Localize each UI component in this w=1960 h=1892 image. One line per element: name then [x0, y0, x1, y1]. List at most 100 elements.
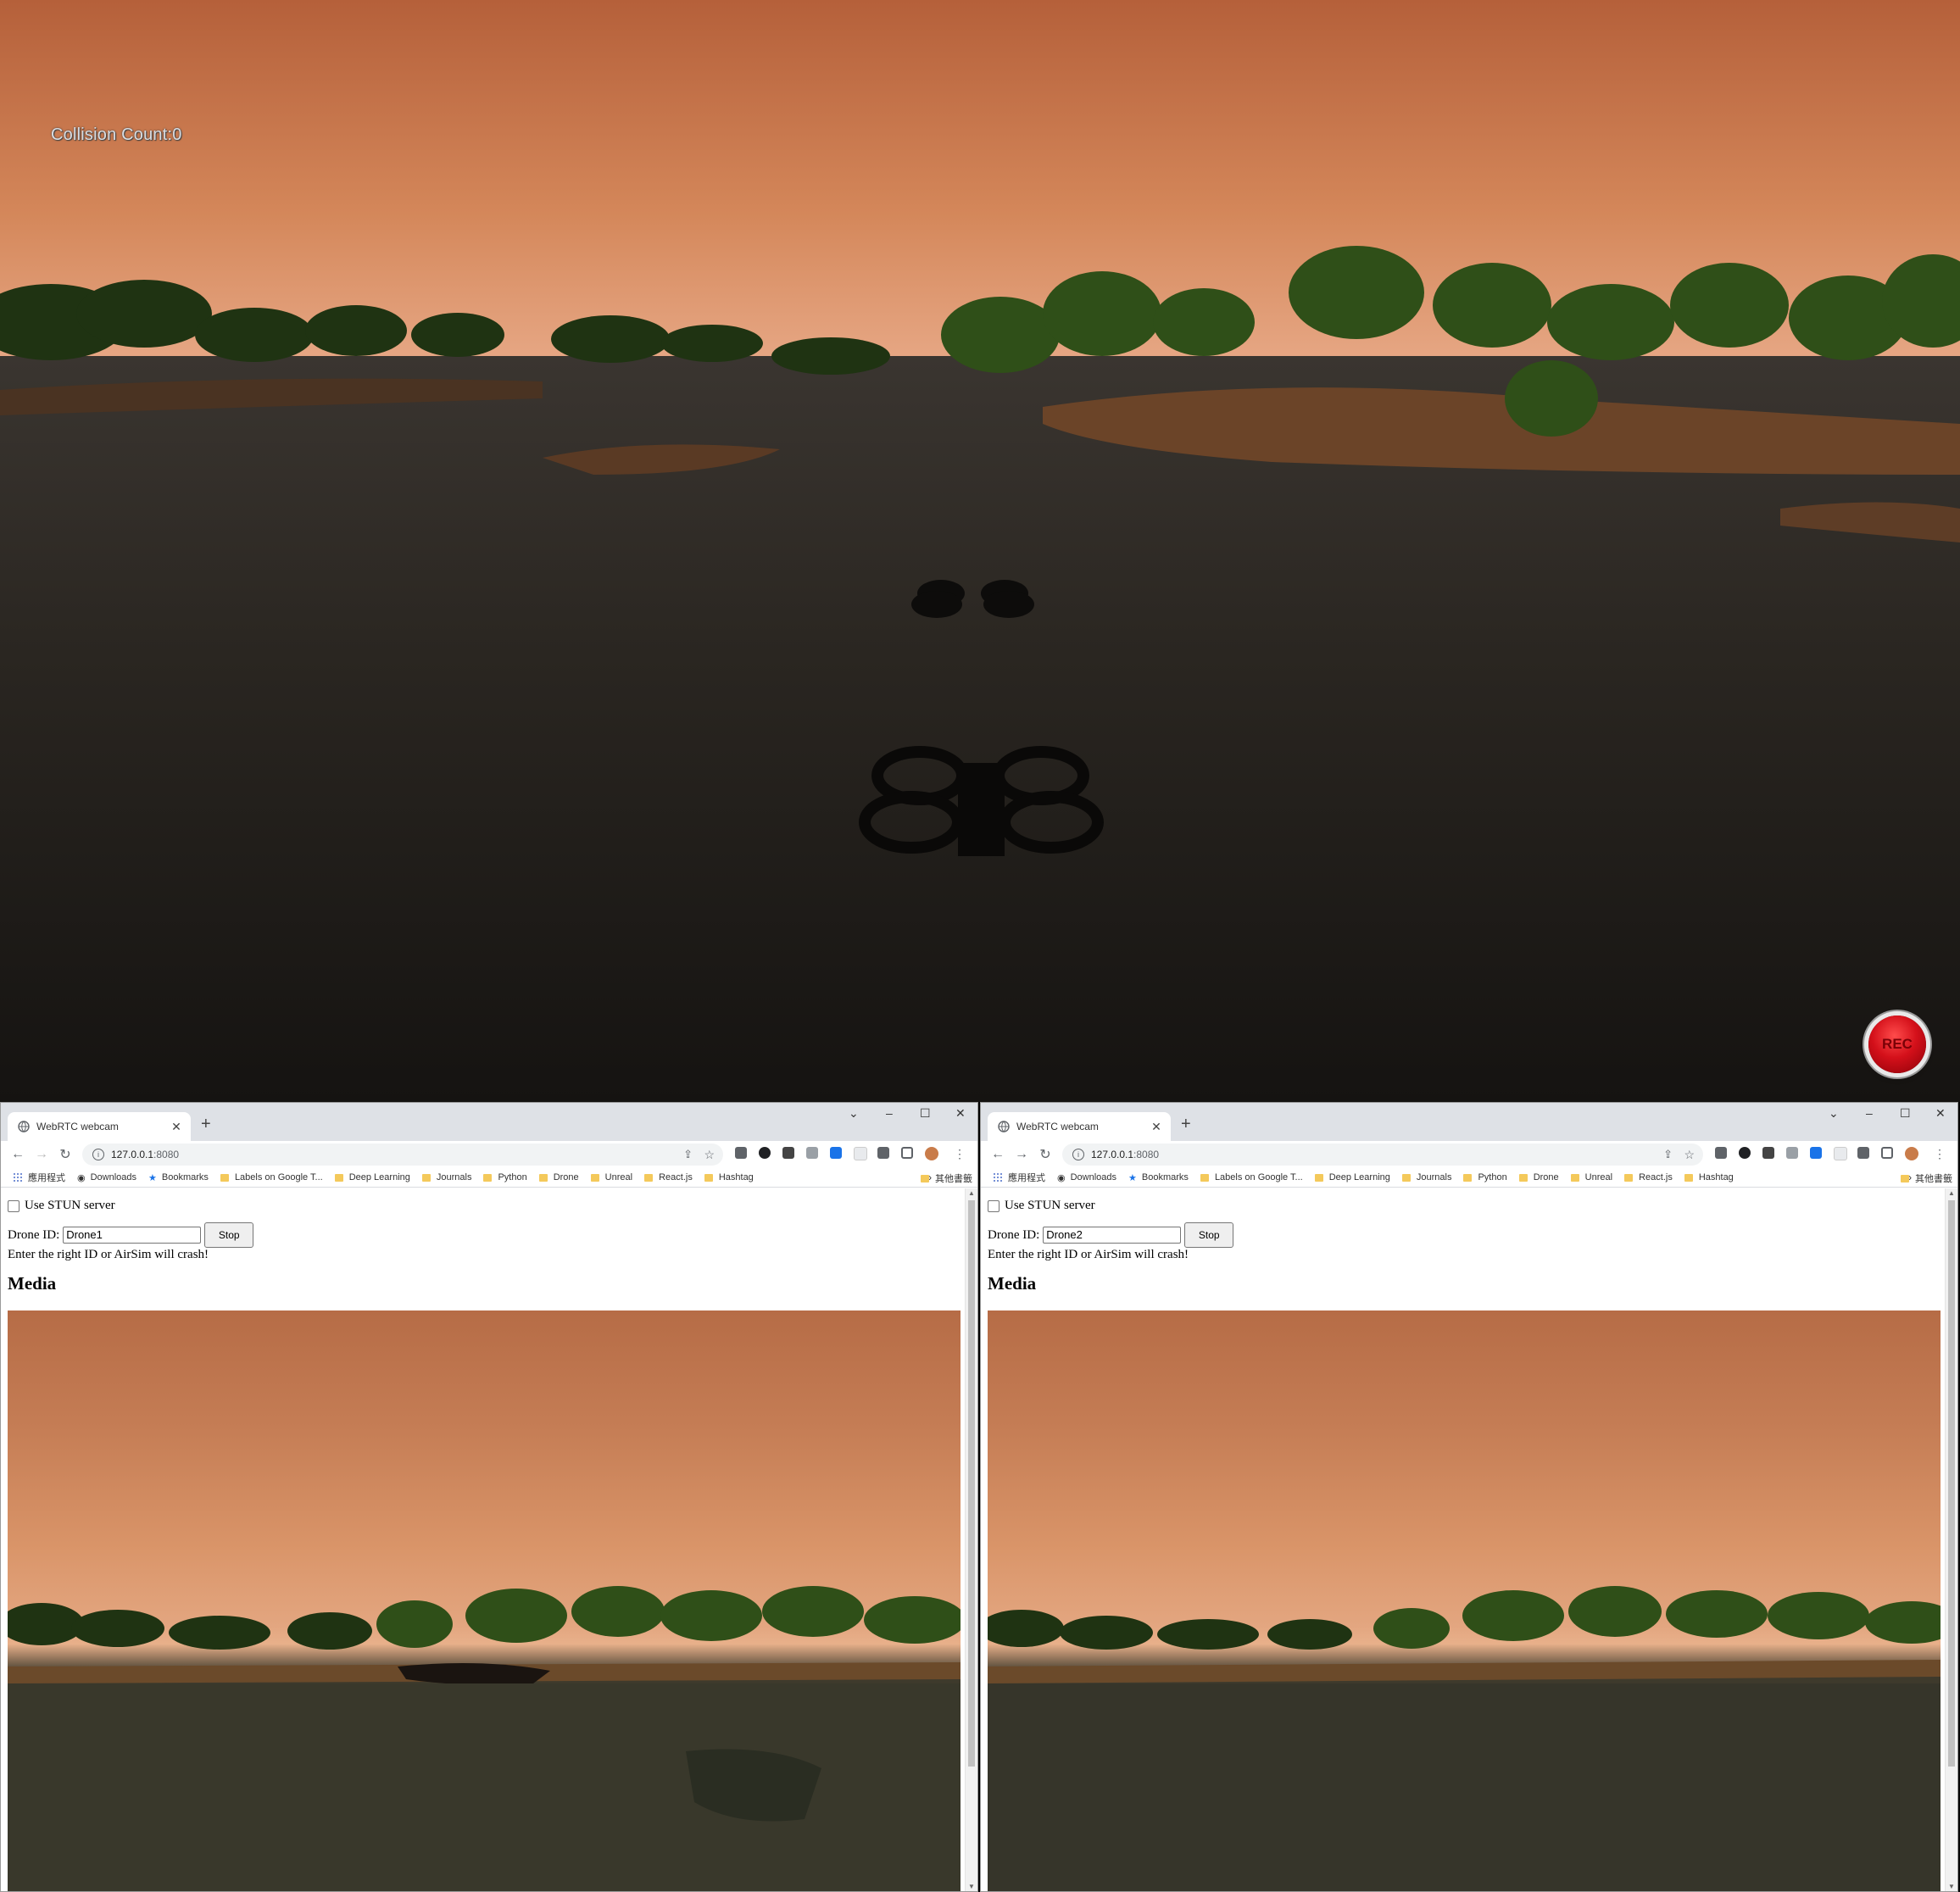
bookmark-apps[interactable]: 應用程式 — [1008, 1171, 1045, 1184]
bookmark-bookmarks[interactable]: ★ Bookmarks — [1128, 1172, 1189, 1183]
drone-id-input[interactable]: Drone2 — [1043, 1227, 1182, 1244]
new-tab-button[interactable]: + — [201, 1115, 211, 1134]
extension-6-icon[interactable] — [854, 1147, 867, 1160]
bookmark-python[interactable]: Python — [483, 1172, 527, 1182]
record-button[interactable]: REC — [1868, 1016, 1926, 1073]
back-arrow-icon[interactable]: ← — [6, 1147, 30, 1162]
bookmark-journals[interactable]: Journals — [421, 1172, 471, 1182]
bookmark-label: Hashtag — [1698, 1172, 1734, 1182]
stun-checkbox[interactable] — [8, 1199, 19, 1212]
extensions-puzzle-icon[interactable] — [1857, 1147, 1869, 1159]
minimize-button[interactable]: – — [1866, 1106, 1873, 1120]
reload-icon[interactable]: ↻ — [53, 1146, 77, 1163]
extension-3-icon[interactable] — [1762, 1147, 1774, 1159]
scrollbar-thumb[interactable] — [968, 1200, 975, 1767]
bookmark-label: Hashtag — [718, 1172, 754, 1182]
other-bookmarks[interactable]: 其他書籤 — [1901, 1171, 1952, 1185]
bookmark-bookmarks[interactable]: ★ Bookmarks — [148, 1172, 209, 1183]
bookmark-drone[interactable]: Drone — [1518, 1172, 1559, 1182]
stop-button[interactable]: Stop — [204, 1222, 254, 1248]
video-stream-drone2[interactable] — [988, 1310, 1941, 1891]
bookmark-label: 應用程式 — [28, 1173, 65, 1183]
tab-strip: WebRTC webcam ✕ + ⌄ – ☐ ✕ — [1, 1103, 977, 1141]
maximize-button[interactable]: ☐ — [920, 1106, 931, 1121]
bookmark-label: Unreal — [604, 1172, 633, 1182]
bookmark-labels[interactable]: Labels on Google T... — [220, 1172, 323, 1182]
bookmark-deep-learning[interactable]: Deep Learning — [334, 1172, 410, 1182]
bookmark-label: Python — [498, 1172, 527, 1182]
extension-3-icon[interactable] — [782, 1147, 794, 1159]
scrollbar-thumb[interactable] — [1948, 1200, 1955, 1767]
side-panel-icon[interactable] — [1881, 1147, 1893, 1159]
bookmark-downloads[interactable]: ◉ Downloads — [1057, 1172, 1116, 1183]
extension-1-icon[interactable] — [735, 1147, 747, 1159]
extension-4-icon[interactable] — [1786, 1147, 1798, 1159]
drone-id-input[interactable]: Drone1 — [63, 1227, 202, 1244]
close-tab-icon[interactable]: ✕ — [1147, 1120, 1166, 1134]
close-window-button[interactable]: ✕ — [955, 1106, 966, 1121]
new-tab-button[interactable]: + — [1181, 1115, 1191, 1134]
vertical-scrollbar[interactable]: ▲ ▼ — [1945, 1188, 1957, 1891]
extensions-puzzle-icon[interactable] — [877, 1147, 889, 1159]
bookmark-downloads[interactable]: ◉ Downloads — [77, 1172, 136, 1183]
stun-checkbox[interactable] — [988, 1199, 999, 1212]
bookmark-reactjs[interactable]: React.js — [644, 1172, 693, 1182]
menu-kebab-icon[interactable]: ⋮ — [954, 1147, 966, 1161]
reload-icon[interactable]: ↻ — [1033, 1146, 1057, 1163]
other-bookmarks[interactable]: 其他書籤 — [921, 1171, 972, 1185]
tab-search-icon[interactable]: ⌄ — [1829, 1106, 1839, 1121]
address-bar[interactable]: i 127.0.0.1:8080 ⇪ ☆ — [82, 1144, 723, 1166]
close-tab-icon[interactable]: ✕ — [167, 1120, 186, 1134]
bookmark-star-icon[interactable]: ☆ — [704, 1148, 715, 1162]
share-icon[interactable]: ⇪ — [1663, 1148, 1673, 1161]
bookmark-reactjs[interactable]: React.js — [1624, 1172, 1673, 1182]
tab-search-icon[interactable]: ⌄ — [849, 1106, 859, 1121]
scroll-down-arrow-icon[interactable]: ▼ — [1946, 1883, 1957, 1890]
side-panel-icon[interactable] — [901, 1147, 913, 1159]
drone-id-row: Drone ID: Drone2 Stop — [988, 1222, 1234, 1248]
site-info-icon[interactable]: i — [92, 1149, 104, 1160]
extension-2-icon[interactable] — [1739, 1147, 1751, 1159]
share-icon[interactable]: ⇪ — [683, 1148, 693, 1161]
bookmark-star-icon[interactable]: ☆ — [1684, 1148, 1695, 1162]
forward-arrow-icon[interactable]: → — [30, 1147, 53, 1162]
extension-5-icon[interactable] — [1810, 1147, 1822, 1159]
bookmark-labels[interactable]: Labels on Google T... — [1200, 1172, 1303, 1182]
address-bar[interactable]: i 127.0.0.1:8080 ⇪ ☆ — [1062, 1144, 1703, 1166]
vertical-scrollbar[interactable]: ▲ ▼ — [965, 1188, 977, 1891]
stop-button[interactable]: Stop — [1184, 1222, 1234, 1248]
extension-5-icon[interactable] — [830, 1147, 842, 1159]
scroll-up-arrow-icon[interactable]: ▲ — [966, 1189, 977, 1197]
forward-arrow-icon[interactable]: → — [1010, 1147, 1033, 1162]
bookmark-hashtag[interactable]: Hashtag — [704, 1172, 754, 1182]
scroll-down-arrow-icon[interactable]: ▼ — [966, 1883, 977, 1890]
bookmark-hashtag[interactable]: Hashtag — [1684, 1172, 1734, 1182]
bookmark-journals[interactable]: Journals — [1401, 1172, 1451, 1182]
extension-1-icon[interactable] — [1715, 1147, 1727, 1159]
video-stream-drone1[interactable] — [8, 1310, 961, 1891]
profile-avatar[interactable] — [925, 1147, 938, 1160]
folder-icon — [704, 1173, 713, 1182]
bookmark-unreal[interactable]: Unreal — [590, 1172, 633, 1182]
close-window-button[interactable]: ✕ — [1935, 1106, 1946, 1121]
bookmark-unreal[interactable]: Unreal — [1570, 1172, 1612, 1182]
maximize-button[interactable]: ☐ — [1900, 1106, 1911, 1121]
scroll-up-arrow-icon[interactable]: ▲ — [1946, 1189, 1957, 1197]
bookmark-apps[interactable]: 應用程式 — [28, 1171, 65, 1184]
tab-webrtc-webcam[interactable]: WebRTC webcam ✕ — [8, 1112, 191, 1141]
extension-4-icon[interactable] — [806, 1147, 818, 1159]
url-port: :8080 — [153, 1149, 180, 1160]
profile-avatar[interactable] — [1905, 1147, 1918, 1160]
bookmark-drone[interactable]: Drone — [538, 1172, 579, 1182]
bookmark-deep-learning[interactable]: Deep Learning — [1314, 1172, 1390, 1182]
globe-icon: ◉ — [77, 1172, 86, 1183]
bookmark-python[interactable]: Python — [1463, 1172, 1507, 1182]
menu-kebab-icon[interactable]: ⋮ — [1934, 1147, 1946, 1161]
tab-webrtc-webcam[interactable]: WebRTC webcam ✕ — [988, 1112, 1171, 1141]
back-arrow-icon[interactable]: ← — [986, 1147, 1010, 1162]
site-info-icon[interactable]: i — [1072, 1149, 1084, 1160]
stun-label: Use STUN server — [25, 1199, 115, 1212]
extension-2-icon[interactable] — [759, 1147, 771, 1159]
minimize-button[interactable]: – — [886, 1106, 893, 1120]
extension-6-icon[interactable] — [1834, 1147, 1847, 1160]
